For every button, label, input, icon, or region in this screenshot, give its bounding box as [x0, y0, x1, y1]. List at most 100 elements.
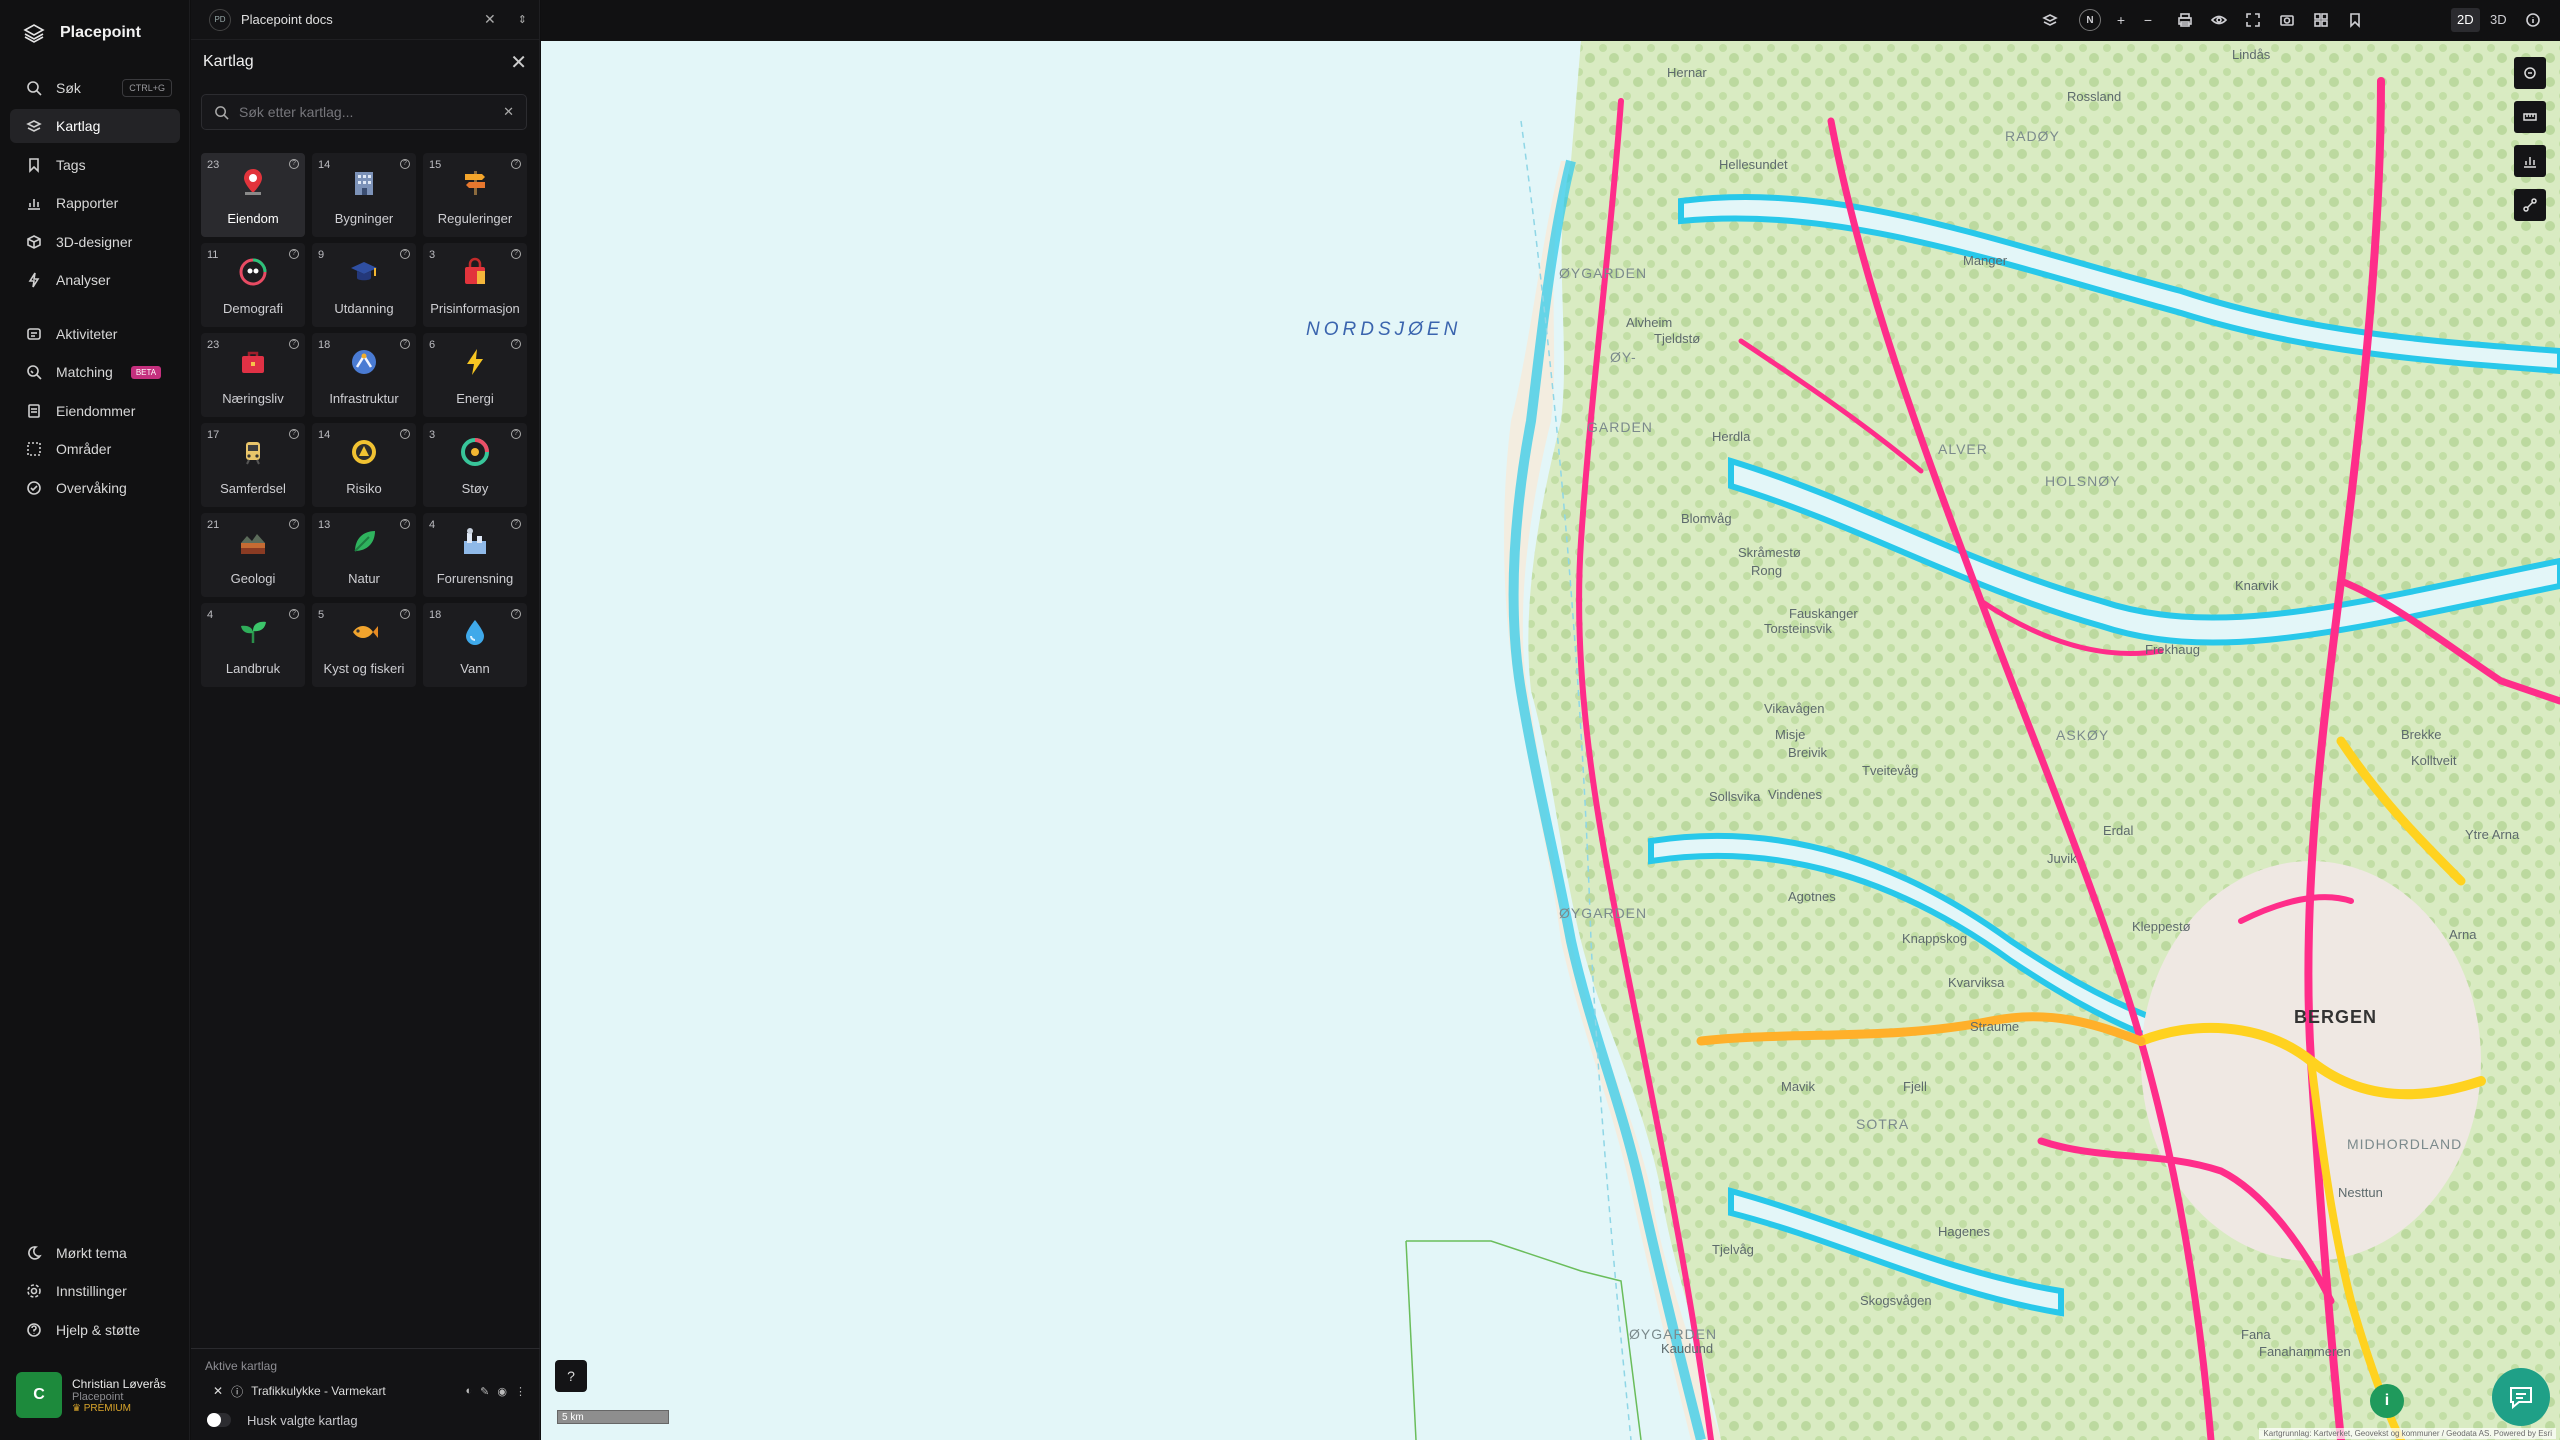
eye-icon[interactable]	[2209, 10, 2229, 30]
info-icon[interactable]: ?	[289, 249, 299, 259]
chat-button[interactable]	[2492, 1368, 2550, 1426]
place-label: Frekhaug	[2145, 642, 2200, 657]
place-label: Knappskog	[1902, 931, 1968, 946]
info-icon[interactable]	[2523, 10, 2543, 30]
remove-layer-icon[interactable]: ✕	[213, 1384, 223, 1398]
route-button[interactable]	[2514, 189, 2546, 221]
camera-icon[interactable]	[2277, 10, 2297, 30]
panel-header: Kartlag ✕	[191, 40, 539, 84]
zoom-out-icon[interactable]: −	[2138, 10, 2158, 30]
nav-item-dark-theme[interactable]: Mørkt tema	[10, 1236, 180, 1270]
map-canvas[interactable]: NORDSJØEN BERGEN ØYGARDEN ØY- GARDEN ALV…	[541, 41, 2560, 1440]
category-label: Utdanning	[334, 301, 394, 316]
nav-item-matching[interactable]: Matching BETA	[10, 355, 180, 389]
info-icon[interactable]: ?	[511, 159, 521, 169]
activity-icon	[27, 328, 41, 340]
bookmark-icon[interactable]	[2345, 10, 2365, 30]
nav-item-omrader[interactable]: Områder	[10, 432, 180, 466]
category-tile-eiendom[interactable]: 23? Eiendom	[201, 153, 305, 237]
zoom-in-icon[interactable]: +	[2111, 10, 2131, 30]
nav-item-help[interactable]: Hjelp & støtte	[10, 1313, 180, 1347]
opacity-icon[interactable]: ◐	[466, 1385, 473, 1398]
nav-item-eiendommer[interactable]: Eiendommer	[10, 394, 180, 428]
statistics-button[interactable]	[2514, 145, 2546, 177]
map-style-icon[interactable]	[2040, 10, 2060, 30]
lightning-icon	[28, 272, 40, 288]
info-icon[interactable]: ?	[511, 609, 521, 619]
info-icon[interactable]: ?	[511, 339, 521, 349]
bar-chart-icon	[28, 199, 40, 210]
nav-item-label: Søk	[56, 80, 81, 96]
info-icon[interactable]: ?	[289, 519, 299, 529]
clear-search-icon[interactable]: ✕	[503, 104, 514, 120]
info-icon[interactable]: ?	[511, 519, 521, 529]
info-icon[interactable]: ?	[511, 249, 521, 259]
info-icon[interactable]: ?	[289, 609, 299, 619]
category-tile-natur[interactable]: 13? Natur	[312, 513, 416, 597]
nav-item-label: Analyser	[56, 272, 111, 288]
visibility-eye-icon[interactable]: ◉	[497, 1385, 507, 1398]
more-vertical-icon[interactable]: ⋮	[515, 1385, 526, 1398]
info-icon[interactable]: ⓘ	[231, 1383, 243, 1400]
info-icon[interactable]: ?	[400, 609, 410, 619]
nav-item-aktiviteter[interactable]: Aktiviteter	[10, 317, 180, 351]
info-icon[interactable]: ?	[289, 339, 299, 349]
place-label: Kaudund	[1661, 1341, 1714, 1356]
nav-item-settings[interactable]: Innstillinger	[10, 1274, 180, 1308]
nav-item-analyser[interactable]: Analyser	[10, 263, 180, 297]
nav-item-kartlag[interactable]: Kartlag	[10, 109, 180, 143]
category-tile-vann[interactable]: 18? Vann	[423, 603, 527, 687]
nav-item-rapporter[interactable]: Rapporter	[10, 186, 180, 220]
category-tile-samferdsel[interactable]: 17? Samferdsel	[201, 423, 305, 507]
info-icon[interactable]: ?	[400, 429, 410, 439]
remember-layers-toggle[interactable]	[207, 1413, 231, 1427]
chevron-up-down-icon[interactable]: ⇕	[518, 13, 527, 26]
info-icon[interactable]: ?	[289, 159, 299, 169]
brand[interactable]: Placepoint	[0, 0, 189, 66]
info-icon[interactable]: ?	[400, 339, 410, 349]
category-tile-støy[interactable]: 3? Støy	[423, 423, 527, 507]
info-button[interactable]: i	[2370, 1384, 2404, 1418]
grid-layout-icon[interactable]	[2311, 10, 2331, 30]
layer-count: 21	[207, 519, 220, 531]
category-tile-risiko[interactable]: 14? Risiko	[312, 423, 416, 507]
active-layer-row[interactable]: ✕ ⓘ Trafikkulykke - Varmekart ◐ ✎ ◉ ⋮	[191, 1377, 540, 1405]
close-panel-icon[interactable]: ✕	[510, 50, 527, 75]
info-icon[interactable]: ?	[289, 429, 299, 439]
edit-icon[interactable]: ✎	[480, 1385, 489, 1398]
user-profile[interactable]: C Christian Løverås Placepoint ♛ PREMIUM	[16, 1370, 186, 1420]
category-tile-næringsliv[interactable]: 23? Næringsliv	[201, 333, 305, 417]
print-icon[interactable]	[2175, 10, 2195, 30]
category-tile-reguleringer[interactable]: 15? Reguleringer	[423, 153, 527, 237]
category-tile-forurensning[interactable]: 4? Forurensning	[423, 513, 527, 597]
category-tile-utdanning[interactable]: 9? Utdanning	[312, 243, 416, 327]
nav-item-3d-designer[interactable]: 3D-designer	[10, 225, 180, 259]
info-icon[interactable]: ?	[511, 429, 521, 439]
category-tile-demografi[interactable]: 11? Demografi	[201, 243, 305, 327]
nav-item-label: 3D-designer	[56, 234, 133, 250]
fullscreen-icon[interactable]	[2243, 10, 2263, 30]
place-label: Straume	[1970, 1019, 2020, 1034]
nav-item-tags[interactable]: Tags	[10, 148, 180, 182]
category-tile-prisinformasjon[interactable]: 3? Prisinformasjon	[423, 243, 527, 327]
category-tile-energi[interactable]: 6? Energi	[423, 333, 527, 417]
measure-button[interactable]	[2514, 101, 2546, 133]
info-icon[interactable]: ?	[400, 159, 410, 169]
close-icon[interactable]: ✕	[484, 11, 496, 28]
mode-3d-button[interactable]: 3D	[2484, 8, 2513, 32]
category-tile-geologi[interactable]: 21? Geologi	[201, 513, 305, 597]
info-icon[interactable]: ?	[400, 249, 410, 259]
map-help-button[interactable]: ?	[555, 1360, 587, 1392]
category-tile-bygninger[interactable]: 14? Bygninger	[312, 153, 416, 237]
draw-area-button[interactable]	[2514, 57, 2546, 89]
compass-north-icon[interactable]: N	[2079, 9, 2101, 31]
nav-item-search[interactable]: Søk CTRL+G	[10, 71, 180, 105]
mode-2d-button[interactable]: 2D	[2451, 8, 2480, 32]
info-icon[interactable]: ?	[400, 519, 410, 529]
category-tile-infrastruktur[interactable]: 18? Infrastruktur	[312, 333, 416, 417]
layer-search-input[interactable]	[239, 104, 494, 120]
category-tile-kyst-og-fiskeri[interactable]: 5? Kyst og fiskeri	[312, 603, 416, 687]
nav-item-overvaking[interactable]: Overvåking	[10, 471, 180, 505]
workspace-bar[interactable]: PD Placepoint docs ✕ ⇕	[191, 0, 539, 40]
category-tile-landbruk[interactable]: 4? Landbruk	[201, 603, 305, 687]
